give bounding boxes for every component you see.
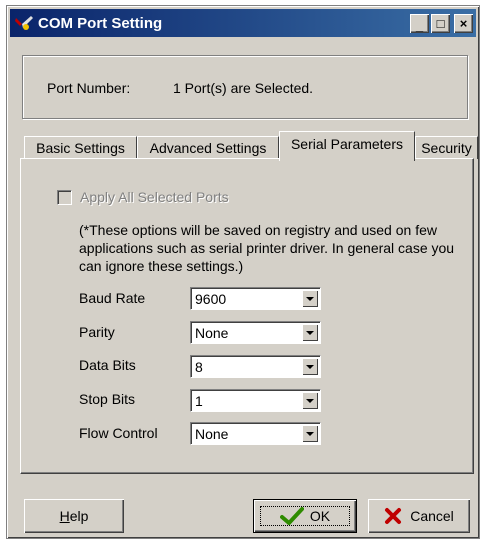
ok-button[interactable]: OK <box>253 499 357 533</box>
baud-rate-select[interactable]: 9600 <box>190 287 321 310</box>
parity-label: Parity <box>79 324 115 340</box>
app-icon <box>15 16 33 30</box>
stop-bits-label: Stop Bits <box>79 391 136 407</box>
minimize-icon: _ <box>415 17 424 33</box>
close-icon: × <box>459 15 468 31</box>
chevron-down-icon[interactable] <box>302 358 318 375</box>
serial-parameters-panel: Apply All Selected Ports (*These options… <box>20 158 474 474</box>
apply-all-checkbox[interactable] <box>57 189 72 205</box>
port-number-value: 1 Port(s) are Selected. <box>173 80 314 96</box>
cancel-button[interactable]: Cancel <box>368 499 470 533</box>
minimize-button[interactable]: _ <box>410 13 429 33</box>
port-info-group: Port Number: 1 Port(s) are Selected. <box>22 55 468 119</box>
tab-label: Basic Settings <box>36 140 125 156</box>
help-button[interactable]: Help <box>24 499 124 533</box>
tab-advanced-settings[interactable]: Advanced Settings <box>137 136 279 159</box>
maximize-button[interactable]: □ <box>431 13 450 33</box>
port-number-label: Port Number: <box>47 80 131 96</box>
flow-control-value: None <box>195 426 229 442</box>
flow-control-label: Flow Control <box>79 425 158 441</box>
data-bits-select[interactable]: 8 <box>190 355 321 378</box>
tab-security[interactable]: Security <box>415 136 478 159</box>
tab-strip: Basic Settings Advanced Settings Serial … <box>20 131 478 161</box>
stop-bits-value: 1 <box>195 393 203 409</box>
com-port-setting-window: COM Port Setting _ □ × Port Number: 1 Po… <box>6 5 480 539</box>
stop-bits-select[interactable]: 1 <box>190 389 321 412</box>
chevron-down-icon[interactable] <box>302 324 318 341</box>
help-mnemonic: H <box>59 508 70 524</box>
chevron-down-icon[interactable] <box>302 392 318 409</box>
focus-rect <box>260 506 350 526</box>
apply-all-row[interactable]: Apply All Selected Ports <box>57 189 229 205</box>
x-icon <box>385 508 402 524</box>
baud-rate-label: Baud Rate <box>79 290 146 306</box>
tab-label: Security <box>421 140 472 156</box>
help-rest: elp <box>69 508 89 524</box>
data-bits-value: 8 <box>195 359 203 375</box>
apply-all-label: Apply All Selected Ports <box>80 189 229 205</box>
serial-note: (*These options will be saved on registr… <box>79 222 455 274</box>
baud-rate-value: 9600 <box>195 291 227 307</box>
title-bar[interactable]: COM Port Setting _ □ × <box>10 9 476 37</box>
window-title: COM Port Setting <box>38 14 163 32</box>
parity-value: None <box>195 325 229 341</box>
chevron-down-icon[interactable] <box>302 290 318 307</box>
tab-label: Serial Parameters <box>290 135 404 152</box>
help-button-label: Help <box>60 508 89 524</box>
tab-basic-settings[interactable]: Basic Settings <box>24 136 137 159</box>
maximize-icon: □ <box>436 15 445 31</box>
data-bits-label: Data Bits <box>79 357 136 373</box>
cancel-label: Cancel <box>410 508 454 524</box>
tab-serial-parameters[interactable]: Serial Parameters <box>279 131 415 161</box>
chevron-down-icon[interactable] <box>302 425 318 442</box>
parity-select[interactable]: None <box>190 321 321 344</box>
tab-label: Advanced Settings <box>149 140 267 156</box>
flow-control-select[interactable]: None <box>190 422 321 445</box>
close-button[interactable]: × <box>454 13 473 33</box>
